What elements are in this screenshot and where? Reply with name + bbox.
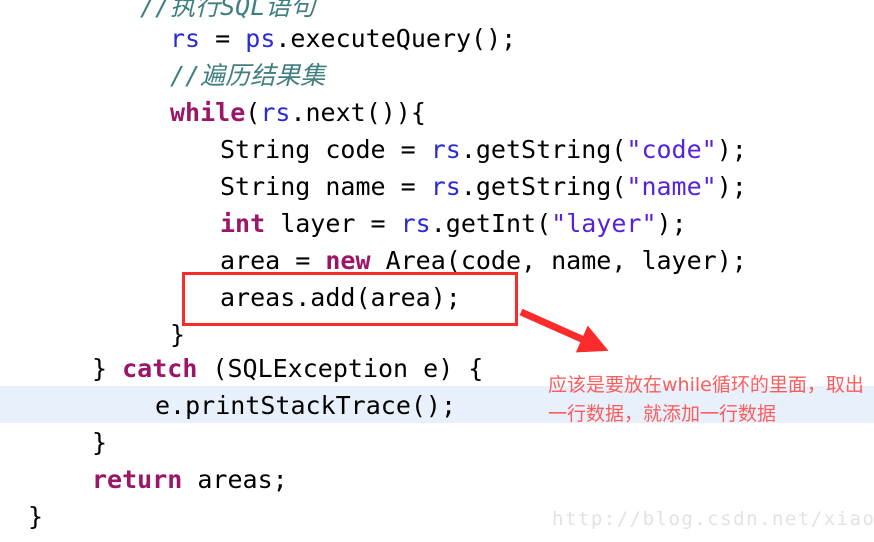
- line-comment-iterate-resultset[interactable]: //遍历结果集: [170, 57, 325, 94]
- annotation-highlight-box: [182, 272, 518, 326]
- code-token: return: [92, 465, 183, 494]
- code-editor-text[interactable]: //执行SQL语句 rs = ps.executeQuery();//遍历结果集 w…: [0, 0, 874, 542]
- blog-watermark: http://blog.csdn.net/xiaoqiu_cr: [552, 508, 874, 530]
- code-token: .getInt(: [430, 209, 552, 238]
- code-token: //执行SQL语句: [140, 0, 316, 21]
- code-token: Area(code, name, layer);: [370, 246, 747, 275]
- code-token: catch: [122, 354, 198, 383]
- code-token: }: [92, 428, 108, 457]
- line-string-name[interactable]: String name = rs.getString("name");: [220, 168, 747, 205]
- code-token: rs: [400, 209, 431, 238]
- code-token: .executeQuery();: [275, 24, 517, 53]
- code-token: }: [92, 354, 123, 383]
- line-catch-sqlexception[interactable]: } catch (SQLException e) {: [92, 350, 483, 387]
- code-token: String name =: [220, 172, 431, 201]
- code-token: rs: [170, 24, 201, 53]
- code-token: area =: [220, 246, 326, 275]
- code-token: );: [716, 172, 747, 201]
- code-token: layer =: [265, 209, 401, 238]
- code-token: "code": [626, 135, 717, 164]
- line-while-rs-next[interactable]: while(rs.next()){: [170, 94, 426, 131]
- code-token: int: [220, 209, 266, 238]
- code-token: areas;: [182, 465, 288, 494]
- code-token: rs: [430, 172, 461, 201]
- line-int-layer[interactable]: int layer = rs.getInt("layer");: [220, 205, 687, 242]
- code-token: (SQLException e) {: [197, 354, 484, 383]
- line-close-method[interactable]: }: [28, 498, 43, 535]
- code-token: .getString(: [460, 135, 627, 164]
- screenshot-canvas: //执行SQL语句 rs = ps.executeQuery();//遍历结果集 w…: [0, 0, 874, 542]
- line-string-code[interactable]: String code = rs.getString("code");: [220, 131, 747, 168]
- code-token: .next()){: [290, 98, 426, 127]
- line-return-areas[interactable]: return areas;: [92, 461, 288, 498]
- code-token: rs: [430, 135, 461, 164]
- annotation-note-text: 应该是要放在while循环的里面，取出一行数据，就添加一行数据: [548, 374, 864, 425]
- code-token: //遍历结果集: [170, 61, 326, 90]
- code-token: );: [656, 209, 687, 238]
- code-token: "layer": [551, 209, 657, 238]
- code-token: while: [170, 98, 246, 127]
- code-token: e.printStackTrace();: [155, 391, 457, 420]
- line-print-stack-trace[interactable]: e.printStackTrace();: [155, 387, 456, 424]
- code-token: );: [716, 135, 747, 164]
- code-token: String code =: [220, 135, 431, 164]
- code-token: =: [200, 24, 246, 53]
- code-token: ps: [245, 24, 276, 53]
- line-close-catch[interactable]: }: [92, 424, 107, 461]
- code-token: new: [325, 246, 371, 275]
- code-token: rs: [260, 98, 291, 127]
- line-rs-execute-query[interactable]: rs = ps.executeQuery();: [170, 20, 516, 57]
- code-token: }: [28, 502, 44, 531]
- code-token: (: [245, 98, 261, 127]
- code-token: .getString(: [460, 172, 627, 201]
- code-token: "name": [626, 172, 717, 201]
